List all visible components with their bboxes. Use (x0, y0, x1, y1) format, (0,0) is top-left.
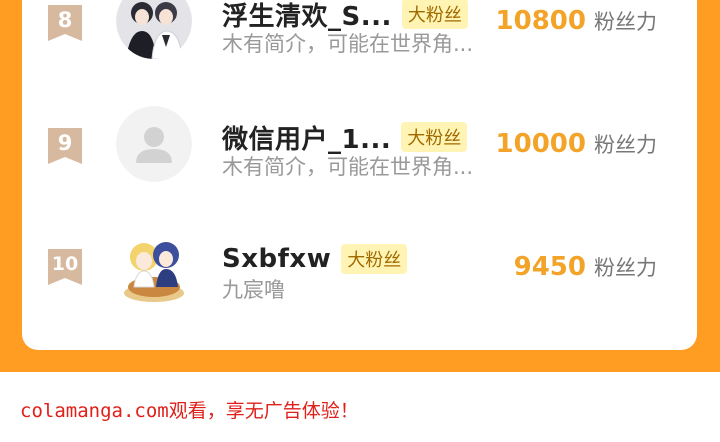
fan-ranking-card: 8 浮生清欢_S... 大粉丝 木有简介，可能在世界角... 10800 粉丝力 (22, 0, 697, 350)
rank-number: 10 (51, 253, 79, 275)
user-name[interactable]: 微信用户_1... (222, 119, 391, 156)
user-bio: 木有简介，可能在世界角... (222, 32, 474, 56)
score-unit: 粉丝力 (594, 256, 657, 280)
anime-couple-avatar-icon (116, 0, 192, 59)
user-avatar[interactable] (116, 0, 192, 59)
rank-badge: 10 (48, 249, 82, 285)
rank-number: 8 (57, 8, 73, 32)
fan-power-score: 9450 粉丝力 (514, 252, 657, 282)
user-name-line: Sxbfxw 大粉丝 (222, 239, 408, 279)
score-value: 10800 (495, 6, 586, 36)
user-avatar[interactable] (116, 106, 192, 182)
fan-power-score: 10800 粉丝力 (496, 6, 657, 36)
anime-chibi-avatar-icon (124, 242, 184, 302)
big-fan-badge: 大粉丝 (341, 244, 408, 274)
rank-badge: 8 (48, 5, 82, 41)
rank-number: 9 (57, 131, 73, 155)
score-unit: 粉丝力 (594, 133, 657, 157)
default-user-avatar-icon (116, 106, 192, 182)
big-fan-badge: 大粉丝 (401, 0, 468, 29)
user-bio: 木有简介，可能在世界角... (222, 155, 474, 179)
user-bio: 九宸噜 (222, 278, 285, 302)
score-value: 9450 (513, 252, 586, 282)
ranking-row[interactable]: 9 微信用户_1... 大粉丝 木有简介，可能在世界角... 10000 粉丝力 (22, 93, 697, 193)
user-avatar[interactable] (116, 229, 192, 305)
ranking-row[interactable]: 8 浮生清欢_S... 大粉丝 木有简介，可能在世界角... 10800 粉丝力 (22, 0, 697, 70)
promo-footer-text[interactable]: colamanga.com观看，享无广告体验！ (20, 396, 359, 423)
score-value: 10000 (495, 129, 586, 159)
score-unit: 粉丝力 (594, 10, 657, 34)
rank-badge: 9 (48, 128, 82, 164)
fan-power-score: 10000 粉丝力 (496, 129, 657, 159)
user-name[interactable]: Sxbfxw (222, 244, 331, 274)
big-fan-badge: 大粉丝 (401, 122, 468, 152)
ranking-row[interactable]: 10 Sxbfxw 大粉丝 九宸噜 9450 粉丝力 (22, 216, 697, 316)
